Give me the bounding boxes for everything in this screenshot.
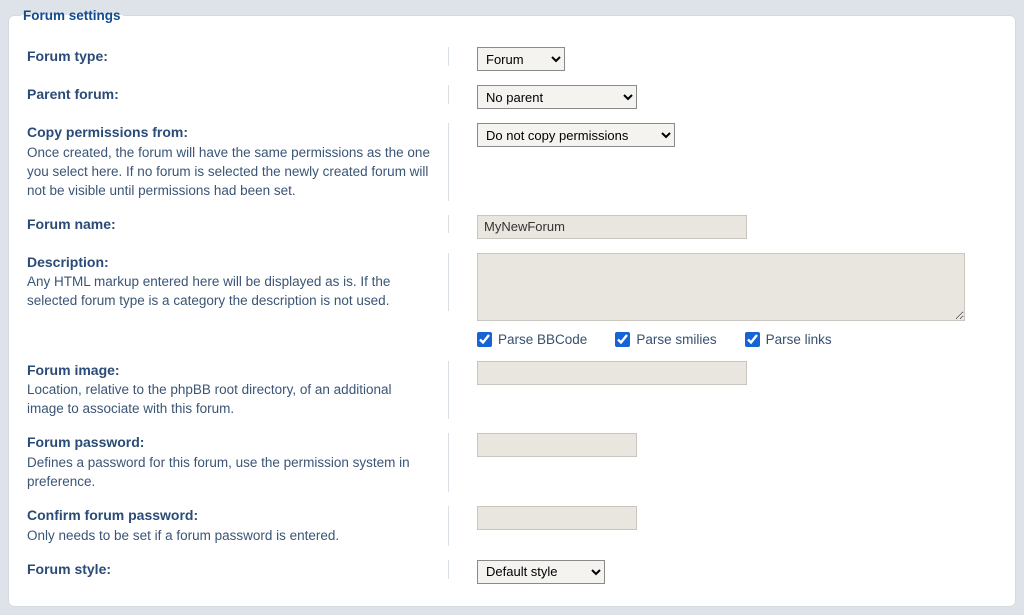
forum-style-select[interactable]: Default style: [477, 560, 605, 584]
parse-bbcode-checkbox[interactable]: [477, 332, 492, 347]
row-forum-name: Forum name:: [27, 215, 997, 239]
parse-smilies-label[interactable]: Parse smilies: [615, 332, 716, 347]
help-forum-image: Location, relative to the phpBB root dir…: [27, 381, 430, 419]
help-confirm-password: Only needs to be set if a forum password…: [27, 527, 430, 546]
row-confirm-password: Confirm forum password: Only needs to be…: [27, 506, 997, 546]
label-forum-image: Forum image:: [27, 361, 430, 380]
fieldset-legend: Forum settings: [21, 8, 123, 23]
forum-type-select[interactable]: Forum: [477, 47, 565, 71]
description-textarea[interactable]: [477, 253, 965, 321]
forum-image-input[interactable]: [477, 361, 747, 385]
row-forum-image: Forum image: Location, relative to the p…: [27, 361, 997, 420]
row-parent-forum: Parent forum: No parent: [27, 85, 997, 109]
label-parent-forum: Parent forum:: [27, 85, 430, 104]
label-description: Description:: [27, 253, 430, 272]
confirm-password-input[interactable]: [477, 506, 637, 530]
label-forum-name: Forum name:: [27, 215, 430, 234]
help-forum-password: Defines a password for this forum, use t…: [27, 454, 430, 492]
row-description: Description: Any HTML markup entered her…: [27, 253, 997, 347]
help-description: Any HTML markup entered here will be dis…: [27, 273, 430, 311]
description-parse-options: Parse BBCode Parse smilies Parse links: [477, 332, 997, 347]
forum-name-input[interactable]: [477, 215, 747, 239]
row-forum-style: Forum style: Default style: [27, 560, 997, 584]
help-copy-permissions: Once created, the forum will have the sa…: [27, 144, 430, 201]
label-copy-permissions: Copy permissions from:: [27, 123, 430, 142]
parse-links-checkbox[interactable]: [745, 332, 760, 347]
parent-forum-select[interactable]: No parent: [477, 85, 637, 109]
label-forum-type: Forum type:: [27, 47, 430, 66]
parse-smilies-checkbox[interactable]: [615, 332, 630, 347]
label-forum-style: Forum style:: [27, 560, 430, 579]
label-confirm-password: Confirm forum password:: [27, 506, 430, 525]
row-forum-type: Forum type: Forum: [27, 47, 997, 71]
forum-password-input[interactable]: [477, 433, 637, 457]
forum-settings-fieldset: Forum settings Forum type: Forum Parent …: [8, 8, 1016, 607]
row-forum-password: Forum password: Defines a password for t…: [27, 433, 997, 492]
copy-permissions-select[interactable]: Do not copy permissions: [477, 123, 675, 147]
parse-bbcode-label[interactable]: Parse BBCode: [477, 332, 587, 347]
parse-links-label[interactable]: Parse links: [745, 332, 832, 347]
row-copy-permissions: Copy permissions from: Once created, the…: [27, 123, 997, 201]
label-forum-password: Forum password:: [27, 433, 430, 452]
